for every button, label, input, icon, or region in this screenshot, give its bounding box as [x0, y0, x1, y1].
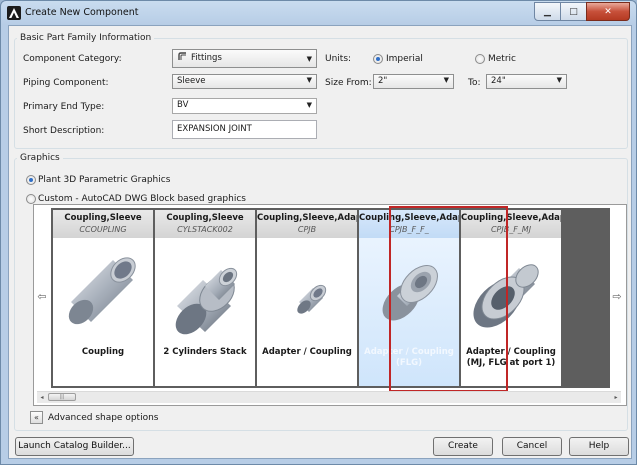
units-imperial-label: Imperial	[386, 54, 423, 64]
component-category-label: Component Category:	[23, 54, 122, 64]
chevron-down-icon: ▼	[306, 55, 312, 63]
maximize-icon: □	[569, 6, 578, 17]
minimize-icon: ▁	[544, 6, 551, 17]
short-description-input[interactable]: EXPANSION JOINT	[172, 120, 317, 139]
basic-info-group-title: Basic Part Family Information	[17, 33, 155, 43]
shape-card[interactable]: Coupling,Sleeve,Adapter CPJB Adapter / Co…	[257, 210, 357, 386]
autocad-app-icon	[7, 6, 21, 20]
scroll-right-icon[interactable]: ▸	[611, 393, 621, 402]
units-imperial-radio[interactable]	[373, 54, 383, 64]
size-from-value: 2"	[378, 76, 388, 86]
small-adapter-icon	[297, 284, 327, 314]
shape-code: CPJB	[297, 225, 317, 234]
shape-name: Adapter / Coupling	[262, 347, 352, 357]
cylinder-stack-icon	[175, 267, 238, 335]
parametric-graphics-radio[interactable]	[26, 175, 36, 185]
custom-graphics-label: Custom - AutoCAD DWG Block based graphic…	[38, 194, 246, 204]
dialog-client-area: Basic Part Family Information Component …	[8, 25, 632, 459]
minimize-button[interactable]: ▁	[534, 2, 561, 21]
window-title: Create New Component	[25, 7, 139, 18]
piping-component-label: Piping Component:	[23, 78, 109, 88]
short-description-value: EXPANSION JOINT	[177, 124, 252, 134]
arrow-left-icon[interactable]: ⇦	[35, 285, 49, 309]
launch-catalog-builder-button[interactable]: Launch Catalog Builder...	[15, 437, 134, 456]
units-label: Units:	[325, 54, 352, 64]
custom-graphics-radio[interactable]	[26, 194, 36, 204]
shape-family: Coupling,Sleeve,Adapter	[257, 213, 357, 223]
create-button[interactable]: Create	[433, 437, 493, 456]
chevron-down-icon: ▼	[443, 76, 449, 84]
shape-family: Coupling,Sleeve	[64, 213, 142, 223]
chevron-down-icon: ▼	[556, 76, 562, 84]
gallery-horizontal-scrollbar[interactable]: ◂ ||| ▸	[37, 391, 621, 403]
shape-card[interactable]: Coupling,Sleeve CCOUPLING Coupling	[53, 210, 153, 386]
shape-name: Coupling	[81, 347, 125, 357]
primary-end-type-label: Primary End Type:	[23, 102, 105, 112]
help-button[interactable]: Help	[569, 437, 629, 456]
size-to-label: To:	[468, 78, 481, 88]
size-from-dropdown[interactable]: 2" ▼	[373, 74, 454, 89]
close-icon: ✕	[604, 6, 612, 17]
shape-code: CCOUPLING	[79, 225, 127, 234]
fittings-icon	[178, 52, 186, 60]
shape-card-strip: Coupling,Sleeve CCOUPLING Coupling Coupli…	[51, 208, 610, 388]
scroll-thumb[interactable]: |||	[48, 393, 76, 401]
piping-component-dropdown[interactable]: Sleeve ▼	[172, 74, 317, 89]
shape-name: 2 Cylinders Stack	[163, 347, 247, 357]
shape-code: CYLSTACK002	[177, 225, 233, 234]
shape-card[interactable]: Coupling,Sleeve CYLSTACK002 2 Cylinders S…	[155, 210, 255, 386]
primary-end-type-dropdown[interactable]: BV ▼	[172, 98, 317, 114]
coupling-cylinder-icon	[68, 257, 136, 325]
title-bar[interactable]: Create New Component ▁ □ ✕	[1, 1, 636, 25]
maximize-button[interactable]: □	[560, 2, 587, 21]
scroll-left-icon[interactable]: ◂	[37, 393, 47, 402]
units-metric-radio[interactable]	[475, 54, 485, 64]
advanced-shape-options-label[interactable]: Advanced shape options	[48, 413, 158, 423]
close-button[interactable]: ✕	[586, 2, 630, 21]
selection-highlight	[389, 206, 508, 392]
chevron-down-icon: ▼	[306, 101, 312, 109]
arrow-right-icon[interactable]: ⇨	[610, 285, 624, 309]
piping-component-value: Sleeve	[177, 76, 206, 86]
collapse-double-chevron-icon[interactable]: «	[30, 411, 43, 424]
short-description-label: Short Description:	[23, 126, 105, 136]
component-category-value: Fittings	[191, 53, 222, 63]
dialog-window: Create New Component ▁ □ ✕ Basic Part Fa…	[0, 0, 637, 465]
cancel-button[interactable]: Cancel	[502, 437, 562, 456]
units-metric-label: Metric	[488, 54, 516, 64]
graphics-group-title: Graphics	[17, 153, 63, 163]
size-to-dropdown[interactable]: 24" ▼	[486, 74, 567, 89]
primary-end-type-value: BV	[177, 100, 189, 110]
parametric-graphics-label: Plant 3D Parametric Graphics	[38, 175, 171, 185]
shape-gallery: ⇦ ⇨ Coupling,Sleeve CCOUPLING Coupling C…	[33, 204, 627, 406]
shape-family: Coupling,Sleeve	[166, 213, 244, 223]
size-to-value: 24"	[491, 76, 506, 86]
component-category-dropdown[interactable]: Fittings ▼	[172, 49, 317, 68]
chevron-down-icon: ▼	[306, 76, 312, 84]
size-from-label: Size From:	[325, 78, 372, 88]
